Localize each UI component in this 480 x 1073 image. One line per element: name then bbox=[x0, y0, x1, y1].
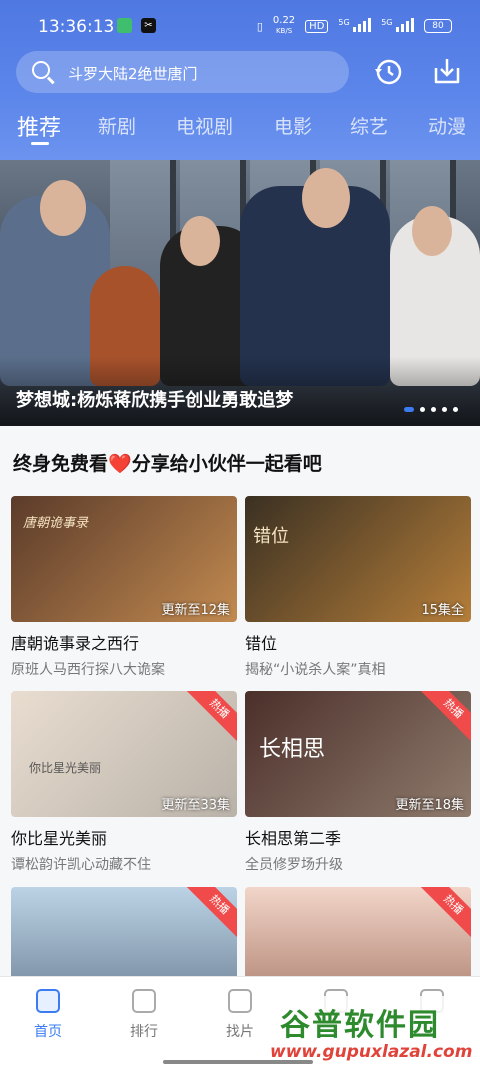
card-subtitle: 揭秘“小说杀人案”真相 bbox=[245, 662, 386, 678]
speed-unit: KB/S bbox=[275, 27, 293, 35]
download-icon[interactable] bbox=[432, 56, 462, 86]
signal-icon-2: 5G bbox=[381, 17, 414, 35]
poster-title-art: 错位 bbox=[253, 526, 289, 547]
nav-find-label: 找片 bbox=[226, 1024, 254, 1040]
nav-home-label: 首页 bbox=[34, 1024, 62, 1040]
speed-value: 0.22 bbox=[272, 15, 296, 26]
network-speed: 0.22 KB/S bbox=[273, 16, 295, 36]
hot-tag: 热播 bbox=[183, 691, 237, 745]
tab-movie[interactable]: 电影 bbox=[274, 112, 312, 139]
watermark-logo: 谷普软件园 bbox=[280, 1008, 440, 1043]
banner-caption: 梦想城:杨烁蒋欣携手创业勇敢追梦 bbox=[16, 390, 294, 411]
episode-count: 更新至18集 bbox=[395, 798, 464, 813]
section-title: 终身免费看❤️分享给小伙伴一起看吧 bbox=[13, 449, 322, 476]
hot-tag: 热播 bbox=[417, 691, 471, 745]
poster-title-art: 长相思 bbox=[259, 737, 326, 762]
banner-pagination bbox=[404, 407, 458, 412]
banner-figure-head bbox=[412, 206, 452, 256]
card-thumbnail: 唐朝诡事录 更新至12集 bbox=[11, 496, 237, 622]
signal-label-1: 5G bbox=[338, 17, 350, 27]
watermark-url: www.gupuxlazal.com bbox=[270, 1042, 473, 1062]
category-tabs: 推荐 新剧 电视剧 电影 综艺 动漫 bbox=[0, 108, 480, 148]
drama-card[interactable]: 你比星光美丽 热播 更新至33集 你比星光美丽 谭松韵许凯心动藏不住 bbox=[11, 691, 237, 874]
section-title-suffix: 分享给小伙伴一起看吧 bbox=[131, 453, 322, 475]
pagination-dot bbox=[404, 407, 414, 412]
poster-title-art: 你比星光美丽 bbox=[29, 761, 102, 775]
banner-figure-head bbox=[180, 216, 220, 266]
hero-banner[interactable]: 梦想城:杨烁蒋欣携手创业勇敢追梦 bbox=[0, 160, 480, 426]
signal-icon-1: 5G bbox=[338, 17, 372, 35]
ranking-icon bbox=[132, 989, 156, 1013]
tab-new[interactable]: 新剧 bbox=[98, 112, 136, 139]
hot-tag: 热播 bbox=[183, 887, 237, 941]
card-subtitle: 全员修罗场升级 bbox=[245, 857, 343, 873]
hd-badge: HD bbox=[305, 19, 329, 33]
nav-ranking[interactable]: 排行 bbox=[114, 989, 174, 1041]
signal-label-2: 5G bbox=[381, 17, 393, 27]
card-thumbnail: 你比星光美丽 热播 更新至33集 bbox=[11, 691, 237, 817]
nav-find[interactable]: 找片 bbox=[210, 989, 270, 1041]
card-subtitle: 原班人马西行探八大诡案 bbox=[11, 662, 165, 678]
card-title: 唐朝诡事录之西行 bbox=[11, 634, 140, 653]
battery-icon: 80 bbox=[424, 19, 452, 33]
pagination-dot bbox=[453, 407, 458, 412]
search-icon bbox=[32, 61, 50, 79]
capcut-notification-icon: ✂ bbox=[141, 18, 156, 33]
drama-card[interactable]: 长相思 热播 更新至18集 长相思第二季 全员修罗场升级 bbox=[245, 691, 471, 874]
heart-icon: ❤️ bbox=[108, 453, 132, 475]
pagination-dot bbox=[442, 407, 447, 412]
vibrate-icon: ▯ bbox=[256, 19, 263, 33]
card-subtitle: 谭松韵许凯心动藏不住 bbox=[11, 857, 151, 873]
card-thumbnail: 长相思 热播 更新至18集 bbox=[245, 691, 471, 817]
nav-ranking-label: 排行 bbox=[130, 1024, 158, 1040]
poster-title-art: 唐朝诡事录 bbox=[23, 516, 89, 531]
home-icon bbox=[36, 989, 60, 1013]
card-title: 你比星光美丽 bbox=[11, 829, 108, 848]
card-thumbnail: 错位 15集全 bbox=[245, 496, 471, 622]
tab-anime[interactable]: 动漫 bbox=[428, 112, 466, 139]
search-bar[interactable]: 斗罗大陆2绝世唐门 bbox=[16, 51, 349, 93]
video-icon bbox=[228, 989, 252, 1013]
hot-tag: 热播 bbox=[417, 887, 471, 941]
card-title: 长相思第二季 bbox=[245, 829, 342, 848]
tab-tv[interactable]: 电视剧 bbox=[176, 112, 233, 139]
drama-card[interactable]: 唐朝诡事录 更新至12集 唐朝诡事录之西行 原班人马西行探八大诡案 bbox=[11, 496, 237, 679]
history-icon[interactable] bbox=[373, 57, 403, 87]
section-title-prefix: 终身免费看 bbox=[13, 453, 109, 475]
active-tab-indicator bbox=[31, 142, 49, 145]
tab-recommend[interactable]: 推荐 bbox=[17, 110, 61, 142]
pagination-dot bbox=[420, 407, 425, 412]
search-placeholder: 斗罗大陆2绝世唐门 bbox=[68, 65, 198, 83]
banner-figure-head bbox=[302, 168, 350, 228]
episode-count: 更新至33集 bbox=[161, 798, 230, 813]
status-time: 13:36:13 bbox=[38, 17, 115, 37]
pagination-dot bbox=[431, 407, 436, 412]
episode-count: 更新至12集 bbox=[161, 603, 230, 618]
banner-figure-head bbox=[40, 180, 86, 236]
gesture-bar bbox=[163, 1060, 313, 1064]
drama-card[interactable]: 错位 15集全 错位 揭秘“小说杀人案”真相 bbox=[245, 496, 471, 679]
tab-variety[interactable]: 综艺 bbox=[350, 112, 388, 139]
episode-count: 15集全 bbox=[421, 603, 464, 618]
status-bar: 13:36:13 ✂ ▯ 0.22 KB/S HD 5G 5G 80 bbox=[0, 0, 480, 52]
status-right: ▯ 0.22 KB/S HD 5G 5G 80 bbox=[257, 16, 452, 36]
app-notification-icon bbox=[117, 18, 132, 33]
nav-home[interactable]: 首页 bbox=[18, 989, 78, 1041]
card-title: 错位 bbox=[245, 634, 278, 653]
